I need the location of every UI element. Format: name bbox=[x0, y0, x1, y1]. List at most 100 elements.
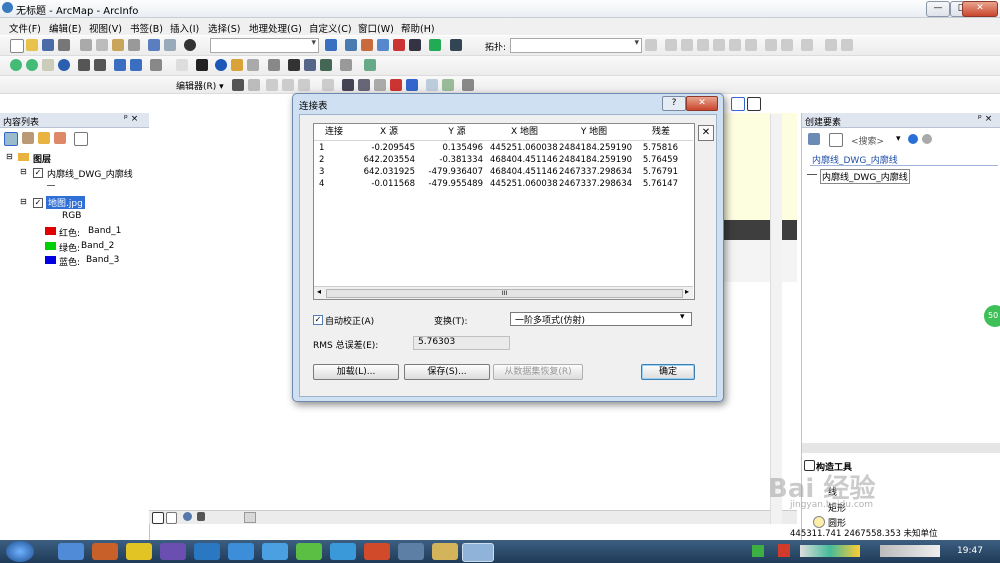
table-row[interactable]: 2 642.203554 -0.381334 468404.451146 248… bbox=[314, 154, 693, 166]
taskbar-app-2-icon[interactable] bbox=[92, 543, 118, 560]
fixed-zoom-out-icon[interactable] bbox=[94, 59, 106, 71]
identify-icon[interactable] bbox=[215, 59, 227, 71]
collapse-layer1-icon[interactable]: ⊟ bbox=[20, 167, 27, 176]
topology-tool-11-icon[interactable] bbox=[825, 39, 837, 51]
taskbar-app-9-icon[interactable] bbox=[330, 543, 356, 560]
model-builder-icon[interactable] bbox=[429, 39, 441, 51]
whats-this-icon[interactable] bbox=[450, 39, 462, 51]
toc-options-icon[interactable] bbox=[74, 132, 88, 146]
ok-button[interactable]: 确定 bbox=[641, 364, 695, 380]
col-y-map[interactable]: Y 地图 bbox=[559, 124, 630, 141]
col-x-source[interactable]: X 源 bbox=[354, 124, 425, 141]
tray-system-icons[interactable] bbox=[880, 545, 940, 557]
topology-tool-2-icon[interactable] bbox=[665, 39, 677, 51]
topology-tool-3-icon[interactable] bbox=[681, 39, 693, 51]
taskbar-app-4-icon[interactable] bbox=[160, 543, 186, 560]
time-slider-icon[interactable] bbox=[340, 59, 352, 71]
full-extent-icon[interactable] bbox=[58, 59, 70, 71]
col-link[interactable]: 连接 bbox=[314, 124, 355, 141]
list-by-source-icon[interactable] bbox=[22, 132, 34, 144]
hyperlink-icon[interactable] bbox=[231, 59, 243, 71]
list-by-selection-icon[interactable] bbox=[54, 132, 66, 144]
taskbar-arcmap-icon[interactable] bbox=[462, 543, 494, 562]
collapse-layer2-icon[interactable]: ⊟ bbox=[20, 197, 27, 206]
edit-annotation-icon[interactable] bbox=[248, 79, 260, 91]
split-icon[interactable] bbox=[390, 79, 402, 91]
taskbar-explorer-icon[interactable] bbox=[432, 543, 458, 560]
topology-tool-10-icon[interactable] bbox=[801, 39, 813, 51]
create-features-pin-close[interactable]: ᵖ × bbox=[978, 114, 992, 124]
menu-geoprocessing[interactable]: 地理处理(G) bbox=[249, 21, 302, 35]
scroll-right-icon[interactable]: ▸ bbox=[685, 287, 689, 296]
editor-menu[interactable]: 编辑器(R) ▾ bbox=[176, 79, 224, 92]
arctoolbox-icon[interactable] bbox=[393, 39, 405, 51]
auto-adjust-checkbox[interactable]: ✓ bbox=[313, 315, 323, 325]
horizontal-scroll-thumb[interactable] bbox=[244, 512, 256, 523]
pan-icon[interactable] bbox=[42, 59, 54, 71]
col-x-map[interactable]: X 地图 bbox=[490, 124, 560, 141]
layer2-checkbox[interactable]: ✓ bbox=[33, 198, 43, 208]
python-window-icon[interactable] bbox=[409, 39, 421, 51]
topology-combo[interactable] bbox=[510, 38, 642, 53]
topology-tool-8-icon[interactable] bbox=[765, 39, 777, 51]
forward-extent-icon[interactable] bbox=[130, 59, 142, 71]
select-features-icon[interactable] bbox=[150, 59, 162, 71]
find-route-icon[interactable] bbox=[304, 59, 316, 71]
tray-network-icon[interactable] bbox=[752, 545, 764, 557]
menu-customize[interactable]: 自定义(C) bbox=[309, 21, 352, 35]
table-row[interactable]: 3 642.031925 -479.936407 468404.451146 2… bbox=[314, 166, 693, 178]
toc-pin-close[interactable]: ᵖ × bbox=[124, 114, 138, 124]
topology-tool-9-icon[interactable] bbox=[781, 39, 793, 51]
refresh-icon[interactable] bbox=[183, 512, 192, 521]
topology-tool-5-icon[interactable] bbox=[713, 39, 725, 51]
measure-icon[interactable] bbox=[268, 59, 280, 71]
redo-icon[interactable] bbox=[164, 39, 176, 51]
topology-tool-4-icon[interactable] bbox=[697, 39, 709, 51]
fixed-zoom-in-icon[interactable] bbox=[78, 59, 90, 71]
menu-bookmarks[interactable]: 书签(B) bbox=[130, 21, 163, 35]
menu-insert[interactable]: 插入(I) bbox=[170, 21, 199, 35]
map-vertical-scrollbar[interactable] bbox=[770, 114, 782, 524]
georef-link-icon[interactable] bbox=[731, 97, 745, 111]
open-folder-icon[interactable] bbox=[26, 39, 38, 51]
search-icon[interactable] bbox=[908, 134, 918, 144]
rotate-icon[interactable] bbox=[406, 79, 418, 91]
taskbar-app-6-icon[interactable] bbox=[228, 543, 254, 560]
delete-link-button[interactable]: ✕ bbox=[698, 125, 714, 141]
go-to-xy-icon[interactable] bbox=[320, 59, 332, 71]
delete-icon[interactable] bbox=[128, 39, 140, 51]
menu-edit[interactable]: 编辑(E) bbox=[49, 21, 81, 35]
col-residual[interactable]: 残差 bbox=[629, 124, 693, 141]
template-filter-icon[interactable] bbox=[829, 133, 843, 147]
find-icon[interactable] bbox=[288, 59, 300, 71]
taskbar-app-5-icon[interactable] bbox=[194, 543, 220, 560]
taskbar-app-10-icon[interactable] bbox=[364, 543, 390, 560]
html-popup-icon[interactable] bbox=[247, 59, 259, 71]
cut-icon[interactable] bbox=[80, 39, 92, 51]
taskbar-app-8-icon[interactable] bbox=[296, 543, 322, 560]
copy-icon[interactable] bbox=[96, 39, 108, 51]
panel-splitter[interactable] bbox=[802, 443, 1000, 453]
table-of-contents-icon[interactable] bbox=[345, 39, 357, 51]
menu-file[interactable]: 文件(F) bbox=[9, 21, 41, 35]
search-window-icon[interactable] bbox=[377, 39, 389, 51]
menu-selection[interactable]: 选择(S) bbox=[208, 21, 240, 35]
list-by-visibility-icon[interactable] bbox=[38, 132, 50, 144]
create-features-icon[interactable] bbox=[462, 79, 474, 91]
organize-templates-icon[interactable] bbox=[808, 133, 820, 145]
dialog-close-button[interactable]: ✕ bbox=[686, 96, 718, 111]
clear-selection-icon[interactable] bbox=[176, 59, 188, 71]
reshape-icon[interactable] bbox=[358, 79, 370, 91]
save-icon[interactable] bbox=[42, 39, 54, 51]
view-link-table-icon[interactable] bbox=[747, 97, 761, 111]
menu-windows[interactable]: 窗口(W) bbox=[358, 21, 394, 35]
list-by-drawing-order-icon[interactable] bbox=[4, 132, 18, 146]
scroll-left-icon[interactable]: ◂ bbox=[317, 287, 321, 296]
menu-view[interactable]: 视图(V) bbox=[89, 21, 122, 35]
print-icon[interactable] bbox=[58, 39, 70, 51]
taskbar-app-11-icon[interactable] bbox=[398, 543, 424, 560]
close-window-button[interactable]: ✕ bbox=[962, 1, 998, 17]
save-button[interactable]: 保存(S)... bbox=[404, 364, 490, 380]
horizontal-scrollbar[interactable]: ◂ III ▸ bbox=[314, 286, 693, 299]
float-badge[interactable]: 50 bbox=[984, 305, 1000, 327]
